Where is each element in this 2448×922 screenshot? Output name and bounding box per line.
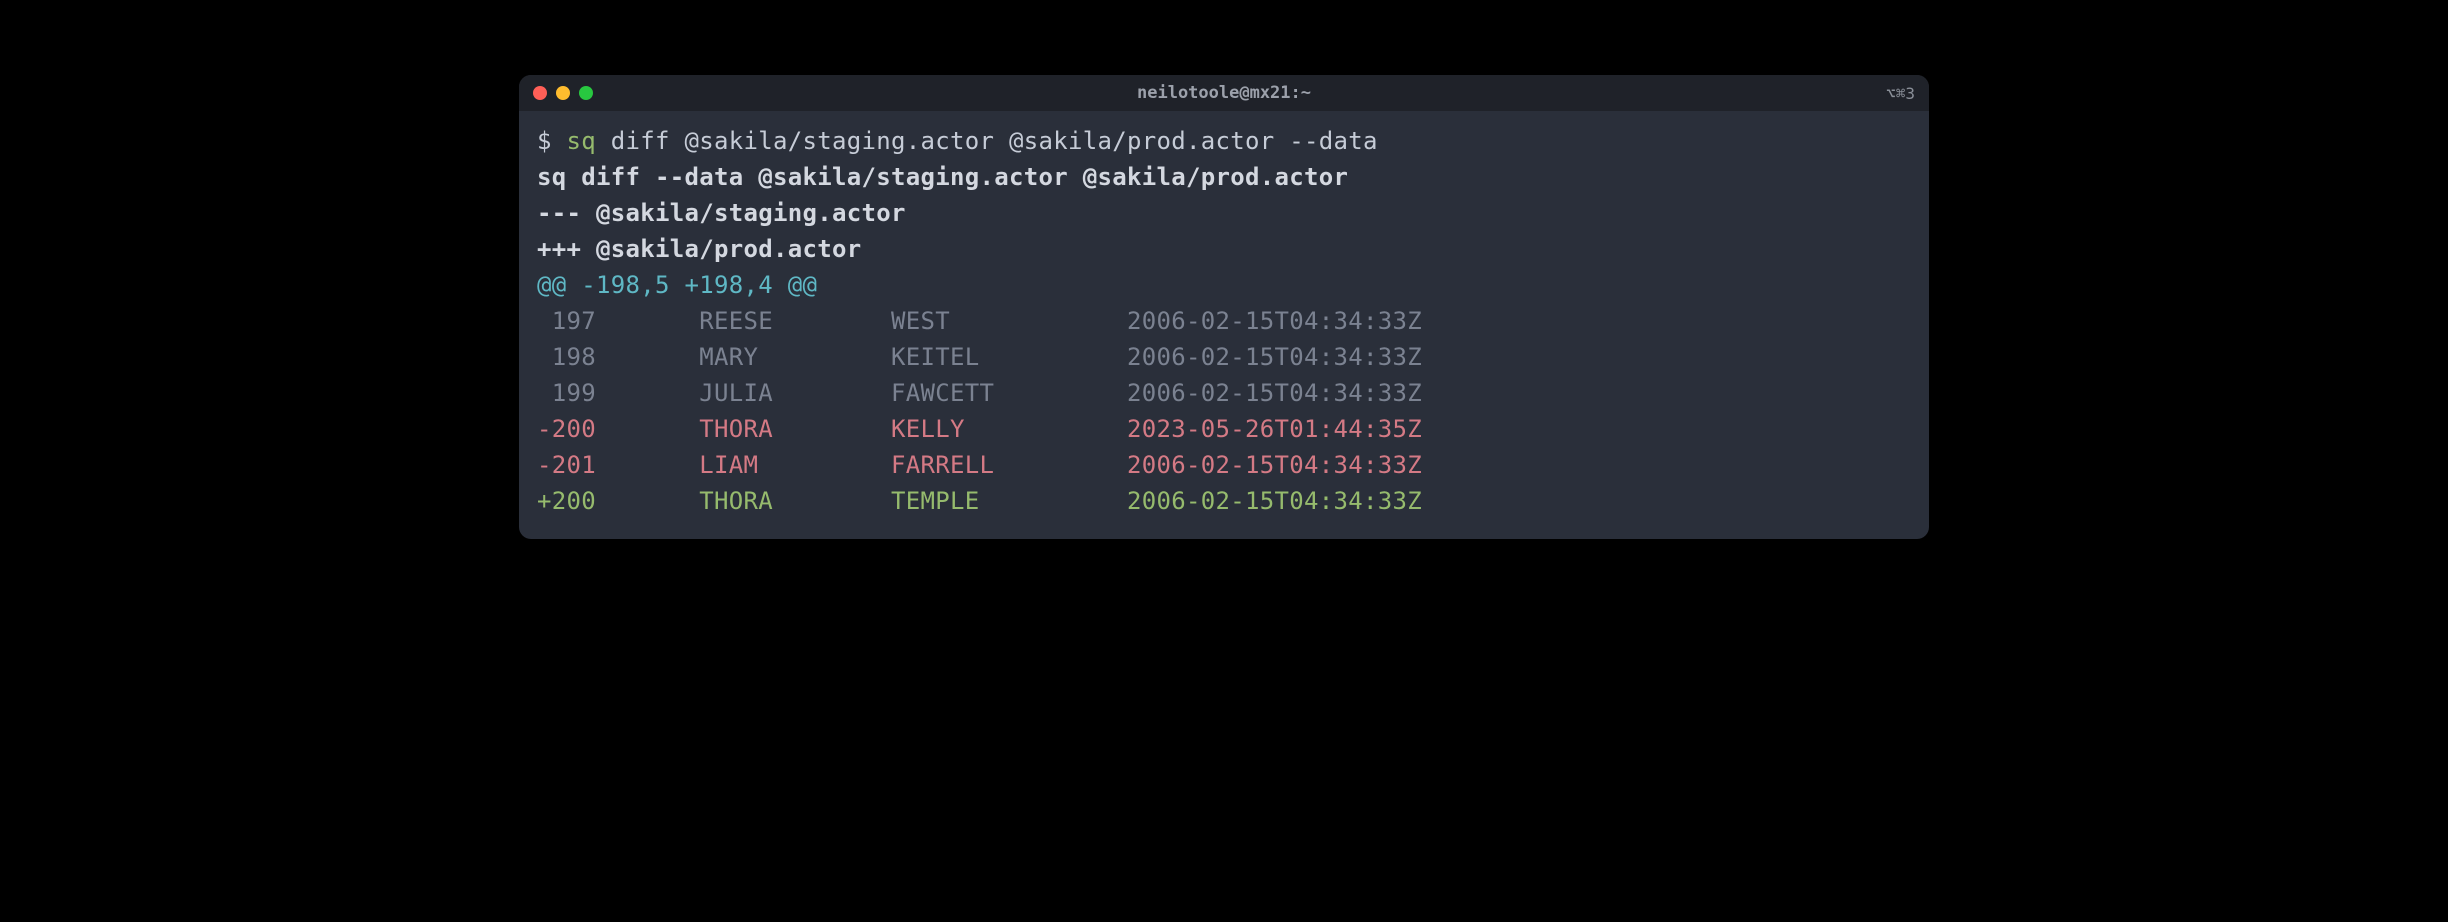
diff-context-row: 199 JULIA FAWCETT 2006-02-15T04:34:33Z [537,375,1911,411]
diff-removed-row: -201 LIAM FARRELL 2006-02-15T04:34:33Z [537,447,1911,483]
command-name: sq [567,127,597,155]
diff-minus-header: --- @sakila/staging.actor [537,195,1911,231]
minimize-icon[interactable] [556,86,570,100]
keyboard-shortcut-indicator: ⌥⌘3 [1886,84,1915,103]
close-icon[interactable] [533,86,547,100]
diff-added-row: +200 THORA TEMPLE 2006-02-15T04:34:33Z [537,483,1911,519]
terminal-window: neilotoole@mx21:~ ⌥⌘3 $ sq diff @sakila/… [519,75,1929,539]
traffic-lights [533,86,593,100]
window-title: neilotoole@mx21:~ [1137,83,1311,103]
diff-removed-row: -200 THORA KELLY 2023-05-26T01:44:35Z [537,411,1911,447]
prompt-line: $ sq diff @sakila/staging.actor @sakila/… [537,123,1911,159]
maximize-icon[interactable] [579,86,593,100]
prompt-symbol: $ [537,127,567,155]
diff-plus-header: +++ @sakila/prod.actor [537,231,1911,267]
diff-hunk-header: @@ -198,5 +198,4 @@ [537,267,1911,303]
command-args: diff @sakila/staging.actor @sakila/prod.… [596,127,1378,155]
diff-context-row: 198 MARY KEITEL 2006-02-15T04:34:33Z [537,339,1911,375]
diff-context-row: 197 REESE WEST 2006-02-15T04:34:33Z [537,303,1911,339]
titlebar: neilotoole@mx21:~ ⌥⌘3 [519,75,1929,111]
echo-line: sq diff --data @sakila/staging.actor @sa… [537,159,1911,195]
terminal-body[interactable]: $ sq diff @sakila/staging.actor @sakila/… [519,111,1929,539]
